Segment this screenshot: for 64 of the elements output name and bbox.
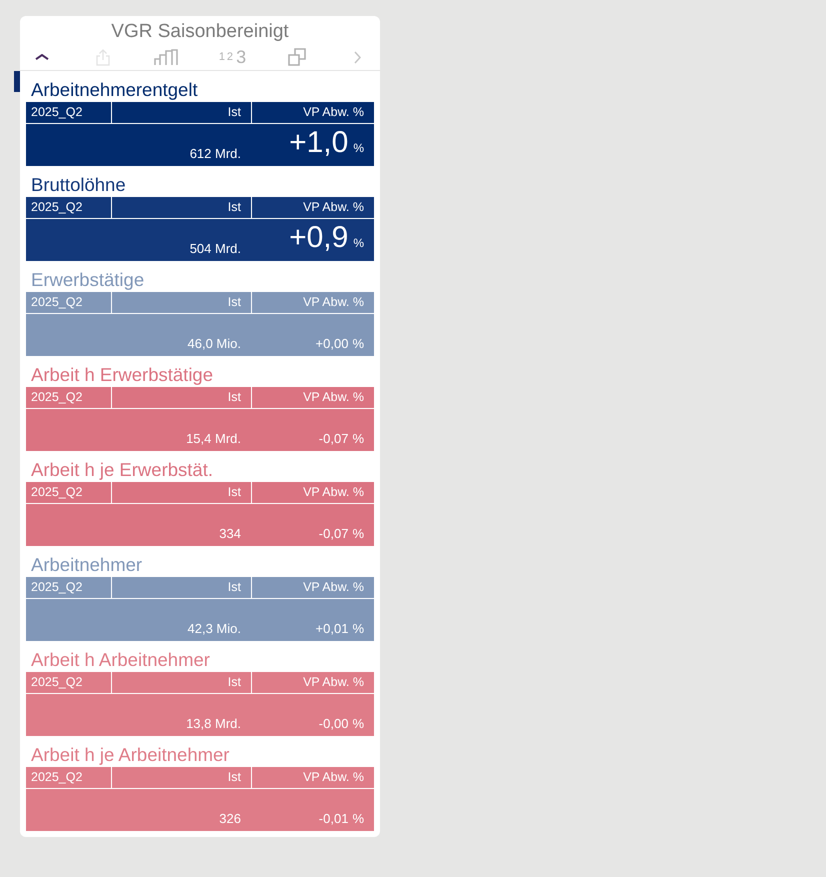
- copy-windows-icon: [288, 48, 306, 66]
- panel-title: VGR Saisonbereinigt: [110, 20, 290, 44]
- tile-title: Arbeitnehmer: [30, 553, 144, 577]
- column-header: 2025_Q2: [26, 292, 111, 313]
- tile-title: Bruttolöhne: [30, 173, 127, 197]
- chevron-up-icon: [35, 54, 49, 60]
- column-header: VP Abw. %: [252, 197, 374, 218]
- deviation-value: +1,0 %: [288, 130, 365, 161]
- tile-title: Erwerbstätige: [30, 268, 146, 292]
- column-header: VP Abw. %: [252, 577, 374, 598]
- column-header: 2025_Q2: [26, 577, 111, 598]
- actual-value: 13,8 Mrd.: [185, 716, 242, 731]
- share-icon: [96, 48, 110, 66]
- value-panel[interactable]: 42,3 Mio. +0,01 %: [26, 599, 374, 641]
- column-header: Ist: [112, 482, 251, 503]
- actual-value: 326: [218, 811, 242, 826]
- actual-value: 334: [218, 526, 242, 541]
- actual-value: 15,4 Mrd.: [185, 431, 242, 446]
- actual-value: 42,3 Mio.: [186, 621, 242, 636]
- value-panel[interactable]: 504 Mrd. +0,9 %: [26, 219, 374, 261]
- actual-value: 46,0 Mio.: [186, 336, 242, 351]
- column-header: 2025_Q2: [26, 387, 111, 408]
- column-header: Ist: [112, 197, 251, 218]
- column-header: Ist: [112, 387, 251, 408]
- bar-chart-icon: [154, 48, 178, 66]
- column-header: VP Abw. %: [252, 387, 374, 408]
- value-panel[interactable]: 15,4 Mrd. -0,07 %: [26, 409, 374, 451]
- deviation-value: -0,07 %: [318, 431, 365, 446]
- chart-button[interactable]: [154, 47, 178, 67]
- actual-value: 504 Mrd.: [188, 241, 242, 256]
- tile-title: Arbeit h je Erwerbstät.: [30, 458, 214, 482]
- column-header: VP Abw. %: [252, 482, 374, 503]
- column-header: Ist: [112, 672, 251, 693]
- value-panel[interactable]: 334 -0,07 %: [26, 504, 374, 546]
- deviation-value: +0,01 %: [314, 621, 365, 636]
- column-header: 2025_Q2: [26, 197, 111, 218]
- deviation-value: +0,00 %: [314, 336, 365, 351]
- column-header: VP Abw. %: [252, 672, 374, 693]
- column-header: 2025_Q2: [26, 767, 111, 788]
- chevron-right-icon: [354, 50, 362, 64]
- column-header: 2025_Q2: [26, 672, 111, 693]
- column-header: Ist: [112, 102, 251, 123]
- deviation-value: -0,00 %: [318, 716, 365, 731]
- column-header: 2025_Q2: [26, 102, 111, 123]
- column-header: Ist: [112, 292, 251, 313]
- column-header: Ist: [112, 577, 251, 598]
- deviation-value: -0,07 %: [318, 526, 365, 541]
- value-panel[interactable]: 612 Mrd. +1,0 %: [26, 124, 374, 166]
- column-header: VP Abw. %: [252, 292, 374, 313]
- column-header: 2025_Q2: [26, 482, 111, 503]
- tile-title: Arbeit h Arbeitnehmer: [30, 648, 211, 672]
- deviation-value: +0,9 %: [288, 225, 365, 256]
- tile-title: Arbeit h je Arbeitnehmer: [30, 743, 230, 767]
- tile-title: Arbeitnehmerentgelt: [30, 78, 199, 102]
- value-panel[interactable]: 13,8 Mrd. -0,00 %: [26, 694, 374, 736]
- column-header: Ist: [112, 767, 251, 788]
- windows-button[interactable]: [287, 47, 308, 67]
- actual-value: 612 Mrd.: [188, 146, 242, 161]
- deviation-value: -0,01 %: [318, 811, 365, 826]
- tile-title: Arbeit h Erwerbstätige: [30, 363, 214, 387]
- value-panel[interactable]: 326 -0,01 %: [26, 789, 374, 831]
- column-header: VP Abw. %: [252, 767, 374, 788]
- value-panel[interactable]: 46,0 Mio. +0,00 %: [26, 314, 374, 356]
- column-header: VP Abw. %: [252, 102, 374, 123]
